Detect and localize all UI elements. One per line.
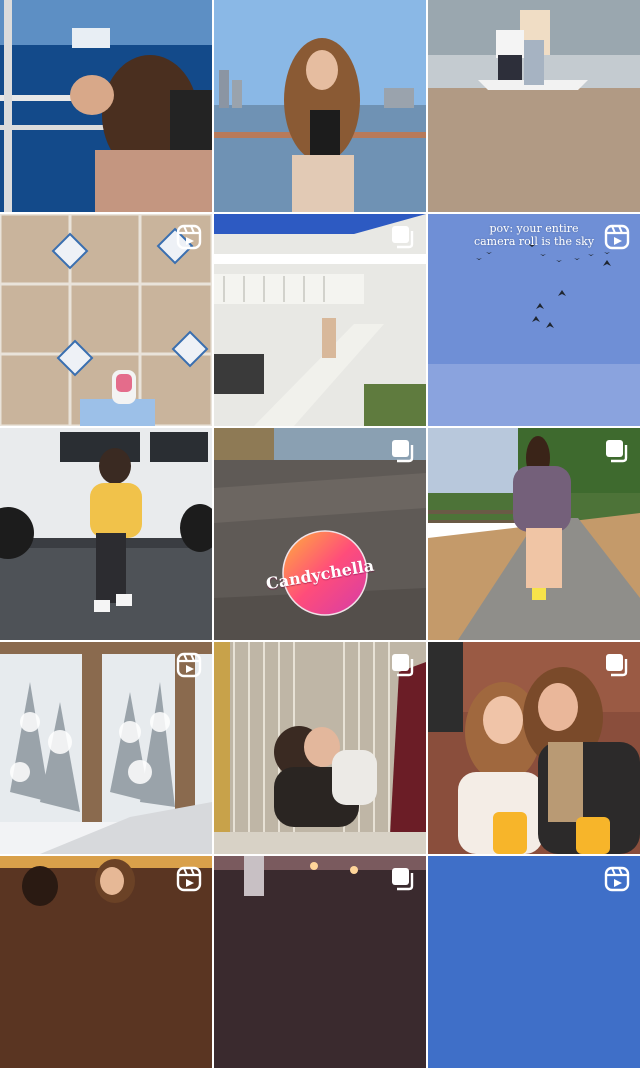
reel-icon <box>604 866 630 892</box>
reel-icon <box>604 224 630 250</box>
post-tile-skyline-portrait[interactable] <box>214 0 426 212</box>
post-tile-ship-deck[interactable] <box>0 0 212 212</box>
carousel-icon <box>390 652 416 678</box>
post-tile-brunch-friends[interactable] <box>428 642 640 854</box>
carousel-icon <box>390 866 416 892</box>
post-tile-night-lights[interactable] <box>214 856 426 1068</box>
post-image <box>0 428 212 640</box>
post-image <box>0 0 212 212</box>
post-tile-walking-path[interactable] <box>428 428 640 640</box>
post-image <box>428 0 640 212</box>
carousel-icon <box>604 438 630 464</box>
post-tile-sky-birds[interactable]: pov: your entire camera roll is the sky <box>428 214 640 426</box>
post-tile-white-jeep[interactable] <box>0 428 212 640</box>
post-tile-sticker-on-rock[interactable]: Candychella <box>214 428 426 640</box>
post-tile-blue-sky[interactable] <box>428 856 640 1068</box>
post-tile-beach-proposal[interactable] <box>428 0 640 212</box>
post-tile-white-house-stairs[interactable] <box>214 214 426 426</box>
carousel-icon <box>390 224 416 250</box>
post-tile-tile-floor[interactable] <box>0 214 212 426</box>
post-tile-restaurant-group[interactable] <box>0 856 212 1068</box>
reel-icon <box>176 652 202 678</box>
carousel-icon <box>390 438 416 464</box>
reel-icon <box>176 866 202 892</box>
profile-post-grid: pov: your entire camera roll is the sky <box>0 0 640 1068</box>
post-image <box>214 0 426 212</box>
post-tile-snowy-window[interactable] <box>0 642 212 854</box>
post-tile-tinsel-hug[interactable] <box>214 642 426 854</box>
reel-icon <box>176 224 202 250</box>
carousel-icon <box>604 652 630 678</box>
